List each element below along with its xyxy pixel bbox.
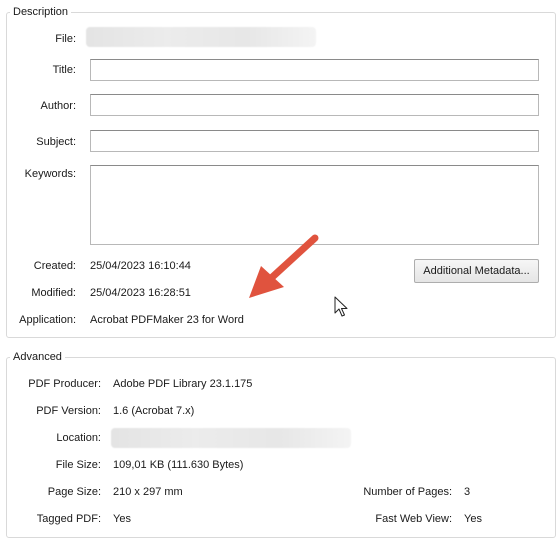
tagged-pdf-value: Yes: [113, 513, 131, 525]
title-label: Title:: [52, 64, 76, 76]
number-of-pages-label: Number of Pages:: [363, 486, 452, 498]
advanced-legend: Advanced: [10, 351, 65, 363]
location-redacted: [111, 428, 351, 448]
file-name-redacted: [86, 27, 316, 47]
modified-value: 25/04/2023 16:28:51: [90, 287, 191, 299]
keywords-label: Keywords:: [24, 168, 76, 180]
file-size-label: File Size:: [55, 459, 101, 471]
subject-field[interactable]: [90, 130, 539, 152]
mouse-pointer-icon: [334, 296, 348, 317]
title-field[interactable]: [90, 59, 539, 81]
pdf-version-label: PDF Version:: [36, 405, 101, 417]
fast-web-view-label: Fast Web View:: [375, 513, 452, 525]
page-size-value: 210 x 297 mm: [113, 486, 183, 498]
description-legend: Description: [10, 6, 72, 18]
pdf-producer-value: Adobe PDF Library 23.1.175: [113, 378, 253, 390]
created-label: Created:: [33, 260, 76, 272]
author-field[interactable]: [90, 94, 539, 116]
pdf-version-value: 1.6 (Acrobat 7.x): [113, 405, 195, 417]
application-value: Acrobat PDFMaker 23 for Word: [90, 314, 244, 326]
location-label: Location:: [56, 432, 101, 444]
additional-metadata-button[interactable]: Additional Metadata...: [414, 259, 539, 283]
file-size-value: 109,01 KB (111.630 Bytes): [113, 459, 244, 471]
created-value: 25/04/2023 16:10:44: [90, 260, 191, 272]
author-label: Author:: [40, 100, 76, 112]
page-size-label: Page Size:: [47, 486, 101, 498]
red-arrow-icon: [249, 234, 319, 298]
tagged-pdf-label: Tagged PDF:: [36, 513, 101, 525]
file-label: File:: [55, 33, 76, 45]
application-label: Application:: [19, 314, 76, 326]
subject-label: Subject:: [36, 136, 76, 148]
fast-web-view-value: Yes: [464, 513, 482, 525]
pdf-producer-label: PDF Producer:: [28, 378, 101, 390]
number-of-pages-value: 3: [464, 486, 471, 498]
modified-label: Modified:: [31, 287, 76, 299]
